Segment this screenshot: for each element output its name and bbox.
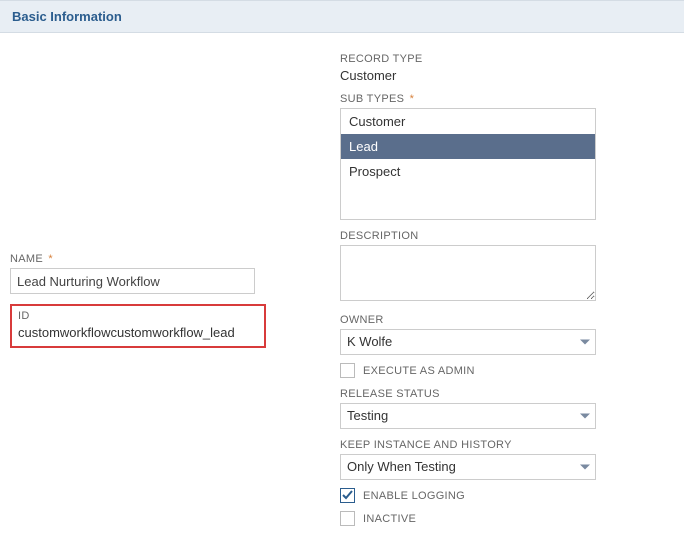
left-column: NAME * ID customworkflowcustomworkflow_l…	[10, 43, 340, 526]
section-header: Basic Information	[0, 0, 684, 33]
name-label-row: NAME *	[10, 253, 320, 265]
sub-types-option[interactable]: Prospect	[341, 159, 595, 184]
description-label: DESCRIPTION	[340, 230, 650, 242]
owner-select-wrap: K Wolfe	[340, 329, 596, 355]
keep-instance-label: KEEP INSTANCE AND HISTORY	[340, 439, 650, 451]
release-status-select[interactable]: Testing	[340, 403, 596, 429]
form-body: NAME * ID customworkflowcustomworkflow_l…	[0, 33, 684, 536]
sub-types-label: SUB TYPES	[340, 93, 404, 105]
required-asterisk-icon: *	[48, 253, 53, 265]
id-label: ID	[18, 310, 258, 322]
owner-label: OWNER	[340, 314, 650, 326]
name-label: NAME	[10, 253, 43, 265]
sub-types-option[interactable]: Lead	[341, 134, 595, 159]
checkmark-icon	[342, 490, 353, 501]
inactive-row: INACTIVE	[340, 511, 650, 526]
release-status-select-wrap: Testing	[340, 403, 596, 429]
sub-types-option[interactable]: Customer	[341, 109, 595, 134]
execute-as-admin-label: EXECUTE AS ADMIN	[363, 365, 475, 377]
execute-as-admin-row: EXECUTE AS ADMIN	[340, 363, 650, 378]
enable-logging-checkbox[interactable]	[340, 488, 355, 503]
sub-types-listbox[interactable]: CustomerLeadProspect	[340, 108, 596, 220]
enable-logging-row: ENABLE LOGGING	[340, 488, 650, 503]
section-title: Basic Information	[12, 9, 122, 24]
id-highlight-box: ID customworkflowcustomworkflow_lead	[10, 304, 266, 348]
right-column: RECORD TYPE Customer SUB TYPES * Custome…	[340, 43, 650, 526]
owner-select[interactable]: K Wolfe	[340, 329, 596, 355]
keep-instance-select-wrap: Only When Testing	[340, 454, 596, 480]
enable-logging-label: ENABLE LOGGING	[363, 490, 465, 502]
required-asterisk-icon: *	[410, 93, 415, 105]
keep-instance-select[interactable]: Only When Testing	[340, 454, 596, 480]
id-value: customworkflowcustomworkflow_lead	[18, 325, 258, 340]
description-textarea[interactable]	[340, 245, 596, 301]
inactive-checkbox[interactable]	[340, 511, 355, 526]
execute-as-admin-checkbox[interactable]	[340, 363, 355, 378]
name-input[interactable]	[10, 268, 255, 294]
sub-types-label-row: SUB TYPES *	[340, 93, 650, 105]
record-type-value: Customer	[340, 68, 650, 83]
inactive-label: INACTIVE	[363, 513, 416, 525]
record-type-label: RECORD TYPE	[340, 53, 650, 65]
release-status-label: RELEASE STATUS	[340, 388, 650, 400]
